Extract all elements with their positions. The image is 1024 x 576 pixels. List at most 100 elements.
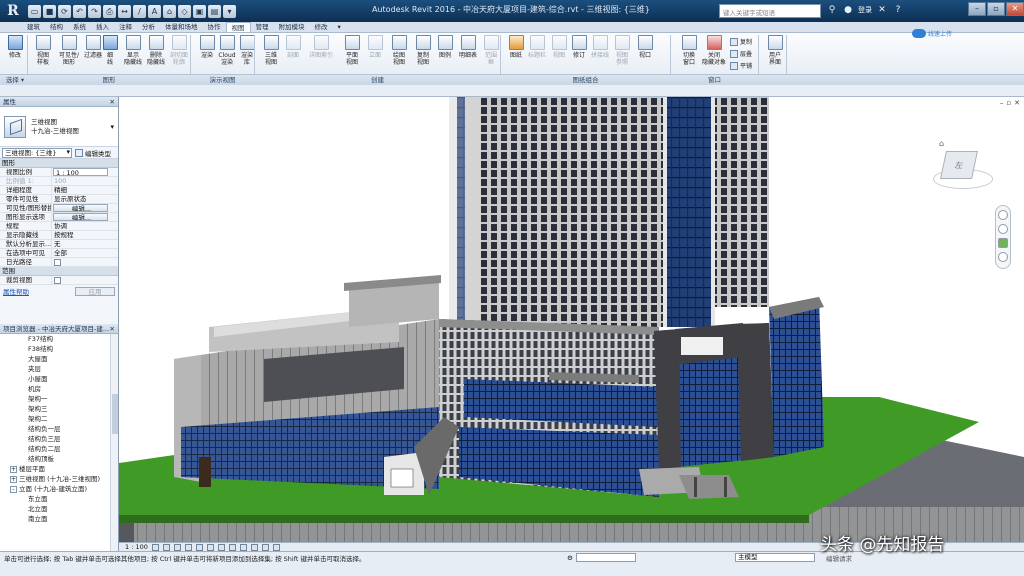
tab-collaborate[interactable]: 协作 — [203, 22, 226, 32]
building-model-render[interactable] — [119, 97, 1024, 542]
qat-dropdown-icon[interactable]: ▾ — [223, 4, 236, 18]
undo-icon[interactable]: ↶ — [73, 4, 86, 18]
graphic-display-edit-button[interactable]: 编辑... — [53, 213, 108, 221]
parts-visibility-value[interactable]: 显示原状态 — [52, 195, 118, 203]
category-graphics[interactable]: 图形 — [0, 159, 118, 168]
minimize-button[interactable]: – — [968, 2, 986, 16]
tab-systems[interactable]: 系统 — [68, 22, 91, 32]
browser-item[interactable]: 南立面 — [0, 514, 118, 524]
browser-item[interactable]: 东立面 — [0, 494, 118, 504]
exchange-icon[interactable]: ✕ — [876, 4, 888, 16]
replicate-button[interactable]: 复制 — [730, 37, 752, 46]
browser-item[interactable]: 结构顶板 — [0, 454, 118, 464]
close-icon[interactable]: ✕ — [110, 324, 115, 334]
render-gallery-button[interactable]: 渲染 库 — [234, 35, 260, 66]
browser-scrollbar[interactable] — [110, 334, 118, 551]
navbar-options-icon[interactable] — [998, 252, 1008, 262]
steering-wheel-icon[interactable] — [998, 210, 1008, 220]
collapse-icon[interactable]: - — [10, 485, 17, 493]
drafting-view-button[interactable]: 绘图 视图 — [386, 35, 412, 66]
search-icon[interactable]: ⚲ — [826, 4, 838, 16]
shadows-icon[interactable] — [184, 543, 192, 551]
tab-addins[interactable]: 附加模块 — [274, 22, 310, 32]
chevron-down-icon[interactable]: ▾ — [110, 123, 114, 131]
tab-analyze[interactable]: 分析 — [137, 22, 160, 32]
category-extents[interactable]: 范围 — [0, 267, 118, 276]
view-templates-button[interactable]: 视图 样板 — [30, 35, 56, 66]
viewcube-face[interactable]: 左 — [940, 151, 978, 179]
user-icon[interactable]: ● — [842, 4, 854, 16]
close-button[interactable]: ✕ — [1006, 2, 1024, 16]
dimension-icon[interactable]: / — [133, 4, 146, 18]
viewcube[interactable]: 左 ⌂ — [933, 139, 993, 193]
crop-icon[interactable] — [206, 543, 214, 551]
measure-icon[interactable]: ↔ — [118, 4, 131, 18]
help-icon[interactable]: ? — [892, 4, 904, 16]
browser-item[interactable]: 结构负一层 — [0, 424, 118, 434]
restore-button[interactable]: ▫ — [987, 2, 1005, 16]
callout-button[interactable]: 详图索引 — [305, 35, 337, 59]
browser-item[interactable]: 小屋面 — [0, 374, 118, 384]
open-icon[interactable]: ▭ — [28, 4, 41, 18]
zoom-icon[interactable] — [998, 224, 1008, 234]
view-scale-input[interactable]: 1 : 100 — [53, 168, 108, 176]
sun-path-icon[interactable] — [173, 543, 181, 551]
analytical-model-icon[interactable] — [261, 543, 269, 551]
print-icon[interactable]: ⎙ — [103, 4, 116, 18]
login-link[interactable]: 登录 — [858, 5, 872, 15]
show-crop-icon[interactable] — [217, 543, 225, 551]
thin-lines-button[interactable]: 细 线 — [100, 35, 120, 66]
render-icon[interactable] — [195, 543, 203, 551]
text-icon[interactable]: A — [148, 4, 161, 18]
viewports-button[interactable]: 视口 — [632, 35, 658, 59]
browser-item[interactable]: F37结构 — [0, 334, 118, 344]
analysis-display-value[interactable]: 无 — [52, 240, 118, 248]
instance-filter-select[interactable]: 三维视图: {三维} — [2, 147, 72, 158]
highlight-displacement-icon[interactable] — [272, 543, 280, 551]
redo-icon[interactable]: ↷ — [88, 4, 101, 18]
cascade-button[interactable]: 层叠 — [730, 49, 752, 58]
expand-icon[interactable]: + — [10, 465, 17, 473]
close-hidden-button[interactable]: 关闭 隐藏对象 — [699, 35, 729, 66]
group-select-dropdown[interactable]: 选择 ▾ — [3, 75, 27, 85]
tab-annotate[interactable]: 注释 — [114, 22, 137, 32]
sync-icon[interactable]: ⟳ — [58, 4, 71, 18]
view-scale-selector[interactable]: 1 : 100 — [125, 543, 148, 551]
home-icon[interactable]: ⌂ — [939, 139, 944, 148]
modify-button[interactable]: 修改 — [2, 35, 28, 59]
switch-windows-icon[interactable]: ▤ — [208, 4, 221, 18]
browser-item[interactable]: 架构一 — [0, 394, 118, 404]
browser-item[interactable]: + 楼层平面 — [0, 464, 118, 474]
cut-profile-button[interactable]: 剖切面 轮廓 — [166, 35, 192, 66]
browser-item[interactable]: F38结构 — [0, 344, 118, 354]
section-icon[interactable]: ◇ — [178, 4, 191, 18]
vg-overrides-edit-button[interactable]: 编辑... — [53, 204, 108, 212]
apply-button[interactable]: 应用 — [75, 286, 115, 296]
tab-structure[interactable]: 结构 — [45, 22, 68, 32]
tab-modify[interactable]: 修改 — [310, 22, 333, 32]
browser-item[interactable]: 结构负三层 — [0, 434, 118, 444]
ribbon-minimize-icon[interactable]: ▾ — [333, 22, 346, 32]
tab-insert[interactable]: 插入 — [91, 22, 114, 32]
sun-path-checkbox[interactable] — [54, 259, 61, 266]
share-upload-button[interactable]: 线速上传 — [912, 26, 952, 41]
show-hidden-lines-value[interactable]: 按规程 — [52, 231, 118, 239]
browser-item[interactable]: 架构二 — [0, 414, 118, 424]
tile-button[interactable]: 平铺 — [730, 61, 752, 70]
browser-item[interactable]: 大屋面 — [0, 354, 118, 364]
3d-viewport[interactable]: – ▫ ✕ 左 ⌂ — [119, 97, 1024, 542]
visual-style-icon[interactable] — [162, 543, 170, 551]
browser-item[interactable]: 夹层 — [0, 364, 118, 374]
navbar-zoom-region-icon[interactable] — [998, 238, 1008, 248]
user-interface-button[interactable]: 用户 界面 — [762, 35, 788, 66]
browser-item[interactable]: - 立面 (十九冶-建筑立面) — [0, 484, 118, 494]
view-restore-icon[interactable]: ▫ — [1006, 99, 1011, 107]
search-input[interactable]: 键入关键字或短语 — [719, 4, 821, 18]
visible-in-option-value[interactable]: 全部 — [52, 249, 118, 257]
browser-item[interactable]: + 三维视图 (十九冶-三维视图) — [0, 474, 118, 484]
properties-help-link[interactable]: 属性帮助 — [3, 286, 29, 296]
revit-logo-icon[interactable]: R — [0, 0, 26, 22]
tab-manage[interactable]: 管理 — [251, 22, 274, 32]
reveal-hidden-icon[interactable] — [250, 543, 258, 551]
workset-select[interactable] — [575, 553, 636, 562]
